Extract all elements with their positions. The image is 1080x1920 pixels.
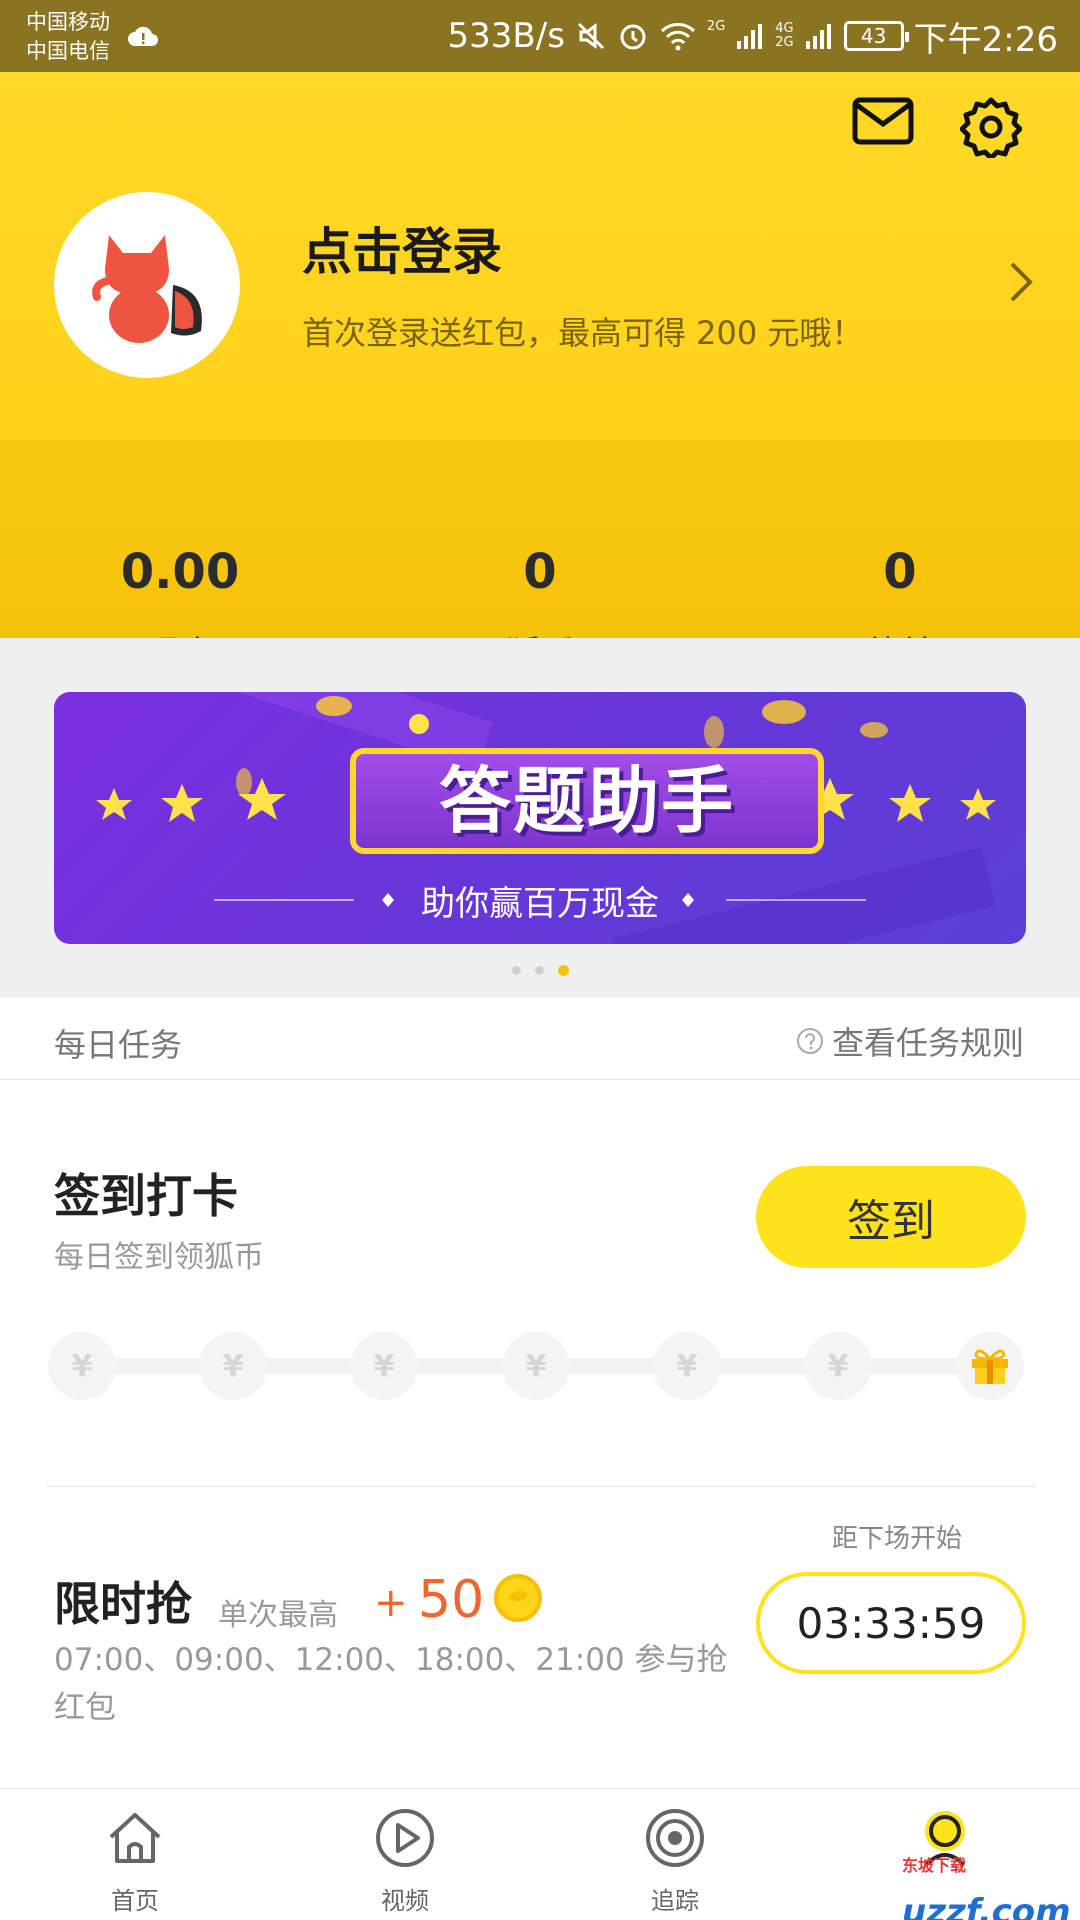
login-subtitle: 首次登录送红包，最高可得 200 元哦！	[302, 314, 864, 352]
network-speed: 533B/s	[447, 16, 565, 56]
settings-icon[interactable]	[960, 96, 1022, 158]
chevron-right-icon[interactable]	[1008, 260, 1034, 304]
status-bar: 中国移动 中国电信 533B/s 2G 4G 2G 43 下午2:26	[0, 0, 1080, 72]
gift-icon	[956, 1332, 1024, 1400]
mute-icon	[577, 22, 604, 50]
wifi-icon	[660, 23, 695, 51]
status-right: 533B/s 2G 4G 2G 43 下午2:26	[448, 12, 1058, 60]
task-rules-link[interactable]: 查看任务规则	[796, 1018, 1024, 1064]
day-coin-icon: ¥	[350, 1332, 418, 1400]
stat-value: 0	[523, 544, 557, 600]
day-coin-icon: ¥	[653, 1332, 721, 1400]
profile-header: 点击登录 首次登录送红包，最高可得 200 元哦！ 0.00 现金 0 狐币 0…	[0, 72, 1080, 674]
nav-track[interactable]: 追踪	[540, 1789, 810, 1920]
fox-coin-icon	[494, 1574, 542, 1622]
countdown-timer[interactable]: 03:33:59	[756, 1572, 1026, 1674]
target-icon	[646, 1809, 704, 1867]
mail-icon[interactable]	[852, 96, 914, 146]
login-title[interactable]: 点击登录	[302, 212, 502, 284]
nav-label: 视频	[381, 1887, 429, 1915]
stats-row: 0.00 现金 0 狐币 0 徒弟	[0, 440, 1080, 674]
nav-label: 追踪	[651, 1887, 699, 1915]
promo-banner[interactable]: 答题助手 助你赢百万现金	[54, 692, 1026, 944]
checkin-subtitle: 每日签到领狐币	[54, 1240, 264, 1275]
reward-plus: +	[374, 1580, 408, 1626]
day-coin-icon: ¥	[502, 1332, 570, 1400]
header-actions	[852, 96, 1022, 158]
banner-subtitle: 助你赢百万现金	[421, 884, 659, 924]
max-reward-label: 单次最高	[218, 1598, 338, 1633]
reward-amount: 50	[418, 1570, 485, 1630]
signal-icon-2	[805, 24, 831, 49]
stat-value: 0	[883, 544, 917, 600]
fox-mascot-icon	[92, 235, 202, 348]
network-type-1: 2G	[706, 18, 726, 34]
nav-video[interactable]: 视频	[270, 1789, 540, 1920]
banner-title: 答题助手	[350, 748, 824, 854]
watermark-logo: 东坡下载uzzf.com	[902, 1856, 1071, 1920]
carrier-names: 中国移动 中国电信	[26, 8, 110, 66]
flash-sale-title: 限时抢	[54, 1577, 192, 1631]
cloud-alert-icon	[128, 26, 158, 46]
banner-section: 答题助手 助你赢百万现金	[0, 638, 1080, 998]
battery-icon: 43	[843, 21, 909, 51]
carrier-2: 中国电信	[26, 39, 110, 63]
carousel-dot[interactable]	[511, 966, 521, 975]
carrier-1: 中国移动	[26, 10, 110, 34]
checkin-button[interactable]: 签到	[756, 1166, 1026, 1268]
signal-icon-1	[737, 24, 763, 49]
carousel-dot[interactable]	[534, 966, 544, 975]
carousel-dots	[0, 965, 1080, 976]
checkin-title: 签到打卡	[54, 1169, 238, 1223]
nav-label: 首页	[111, 1887, 159, 1915]
nav-home[interactable]: 首页	[0, 1789, 270, 1920]
flash-sale-times: 07:00、09:00、12:00、18:00、21:00 参与抢红包	[54, 1642, 728, 1726]
stat-value: 0.00	[120, 544, 240, 600]
rules-label: 查看任务规则	[831, 1024, 1024, 1062]
next-session-label: 距下场开始	[832, 1524, 963, 1554]
daily-tasks-header: 每日任务 查看任务规则	[0, 998, 1080, 1080]
network-type-2: 4G 2G	[775, 21, 794, 50]
day-coin-icon: ¥	[804, 1332, 872, 1400]
divider	[46, 1486, 1036, 1487]
clock: 下午2:26	[913, 19, 1058, 60]
help-icon	[796, 1028, 823, 1054]
day-coin-icon: ¥	[199, 1332, 267, 1400]
play-circle-icon	[376, 1809, 434, 1867]
avatar[interactable]	[54, 192, 240, 378]
home-icon	[109, 1813, 161, 1863]
alarm-icon	[620, 24, 646, 50]
day-coin-icon: ¥	[48, 1332, 116, 1400]
carousel-dot-active[interactable]	[557, 965, 569, 976]
section-title: 每日任务	[54, 1026, 183, 1064]
